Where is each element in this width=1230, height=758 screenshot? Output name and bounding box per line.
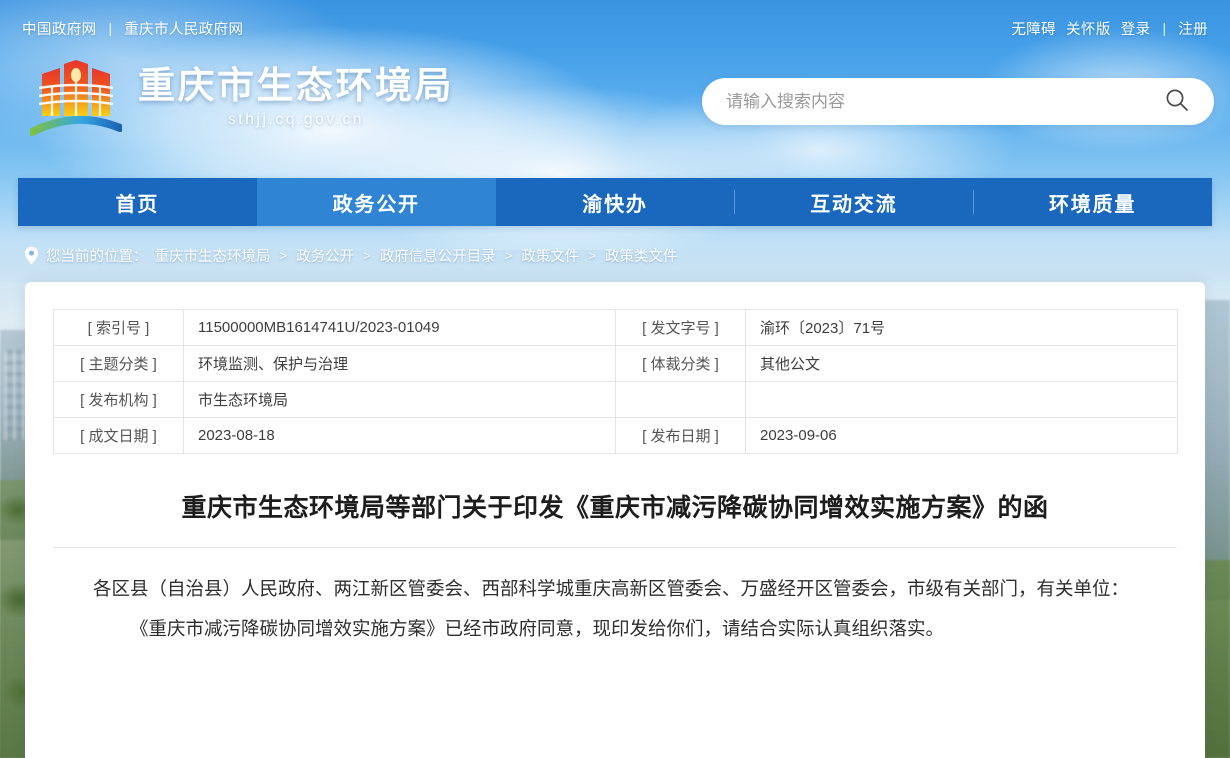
table-row: [ 主题分类 ] 环境监测、保护与治理 [ 体裁分类 ] 其他公文 <box>54 346 1178 382</box>
content-card: [ 索引号 ] 11500000MB1614741U/2023-01049 [ … <box>25 282 1205 758</box>
document-metadata-table: [ 索引号 ] 11500000MB1614741U/2023-01049 [ … <box>53 309 1178 454</box>
meta-label-empty <box>616 382 746 418</box>
search-input[interactable] <box>726 92 1162 112</box>
table-row: [ 成文日期 ] 2023-08-18 [ 发布日期 ] 2023-09-06 <box>54 418 1178 454</box>
search-button[interactable] <box>1162 87 1192 117</box>
nav-item-yukuaiban[interactable]: 渝快办 <box>496 178 735 226</box>
top-left-links: 中国政府网 | 重庆市人民政府网 <box>22 18 243 39</box>
meta-label-publish-date: [ 发布日期 ] <box>616 418 746 454</box>
breadcrumb-item-4[interactable]: 政策文件 <box>521 245 579 266</box>
brand-url: sthjj.cq.gov.cn <box>138 111 454 129</box>
meta-value-index-number: 11500000MB1614741U/2023-01049 <box>184 310 616 346</box>
meta-value-issuing-agency: 市生态环境局 <box>184 382 616 418</box>
page-title: 重庆市生态环境局等部门关于印发《重庆市减污降碳协同增效实施方案》的函 <box>53 490 1177 525</box>
link-accessibility[interactable]: 无障碍 <box>1011 18 1056 39</box>
main-navigation: 首页 政务公开 渝快办 互动交流 环境质量 <box>18 178 1212 226</box>
top-separator-1: | <box>97 20 125 36</box>
background-city-right <box>1204 300 1230 600</box>
table-row: [ 发布机构 ] 市生态环境局 <box>54 382 1178 418</box>
brand-text: 重庆市生态环境局 sthjj.cq.gov.cn <box>138 67 454 132</box>
breadcrumb-prefix: 您当前的位置： <box>46 245 148 266</box>
breadcrumb-item-5-current: 政策类文件 <box>605 245 678 266</box>
brand-title: 重庆市生态环境局 <box>138 67 454 106</box>
chongqing-eco-environment-bureau-emblem <box>30 58 122 140</box>
table-row: [ 索引号 ] 11500000MB1614741U/2023-01049 [ … <box>54 310 1178 346</box>
link-care-version[interactable]: 关怀版 <box>1066 18 1111 39</box>
nav-item-interaction[interactable]: 互动交流 <box>734 178 973 226</box>
nav-item-government-affairs[interactable]: 政务公开 <box>257 178 496 226</box>
top-utility-bar: 中国政府网 | 重庆市人民政府网 无障碍 关怀版 登录 | 注册 <box>0 0 1230 56</box>
site-brand[interactable]: 重庆市生态环境局 sthjj.cq.gov.cn <box>30 58 454 140</box>
meta-label-issuing-agency: [ 发布机构 ] <box>54 382 184 418</box>
breadcrumb-separator-3: > <box>503 248 515 263</box>
document-paragraph-2: 《重庆市减污降碳协同增效实施方案》已经市政府同意，现印发给你们，请结合实际认真组… <box>93 610 1137 650</box>
breadcrumb-item-1[interactable]: 重庆市生态环境局 <box>155 245 271 266</box>
search-icon <box>1164 87 1190 116</box>
link-chongqing-gov[interactable]: 重庆市人民政府网 <box>124 18 243 39</box>
meta-label-subject-category: [ 主题分类 ] <box>54 346 184 382</box>
nav-item-environmental-quality[interactable]: 环境质量 <box>973 178 1212 226</box>
link-register[interactable]: 注册 <box>1178 18 1208 39</box>
breadcrumb-separator-4: > <box>586 248 598 263</box>
meta-label-genre-category: [ 体裁分类 ] <box>616 346 746 382</box>
link-login[interactable]: 登录 <box>1121 18 1151 39</box>
meta-value-completion-date: 2023-08-18 <box>184 418 616 454</box>
breadcrumb: 您当前的位置： 重庆市生态环境局 > 政务公开 > 政府信息公开目录 > 政策文… <box>24 245 677 266</box>
meta-label-index-number: [ 索引号 ] <box>54 310 184 346</box>
breadcrumb-separator-2: > <box>361 248 373 263</box>
breadcrumb-item-2[interactable]: 政务公开 <box>296 245 354 266</box>
meta-value-publish-date: 2023-09-06 <box>746 418 1178 454</box>
page-root: 中国政府网 | 重庆市人民政府网 无障碍 关怀版 登录 | 注册 <box>0 0 1230 758</box>
top-right-links: 无障碍 关怀版 登录 | 注册 <box>1011 18 1208 39</box>
top-separator-2: | <box>1151 20 1179 36</box>
meta-value-genre-category: 其他公文 <box>746 346 1178 382</box>
meta-label-completion-date: [ 成文日期 ] <box>54 418 184 454</box>
breadcrumb-separator-1: > <box>278 248 290 263</box>
background-foliage-right <box>1204 560 1230 758</box>
search-bar[interactable] <box>702 78 1214 125</box>
breadcrumb-item-3[interactable]: 政府信息公开目录 <box>380 245 496 266</box>
document-paragraph-1: 各区县（自治县）人民政府、两江新区管委会、西部科学城重庆高新区管委会、万盛经开区… <box>93 570 1137 610</box>
link-china-gov[interactable]: 中国政府网 <box>22 18 97 39</box>
meta-label-document-number: [ 发文字号 ] <box>616 310 746 346</box>
meta-value-document-number: 渝环〔2023〕71号 <box>746 310 1178 346</box>
document-body: 各区县（自治县）人民政府、两江新区管委会、西部科学城重庆高新区管委会、万盛经开区… <box>93 548 1137 650</box>
location-pin-icon <box>24 246 39 265</box>
meta-value-subject-category: 环境监测、保护与治理 <box>184 346 616 382</box>
meta-value-empty <box>746 382 1178 418</box>
nav-item-home[interactable]: 首页 <box>18 178 257 226</box>
